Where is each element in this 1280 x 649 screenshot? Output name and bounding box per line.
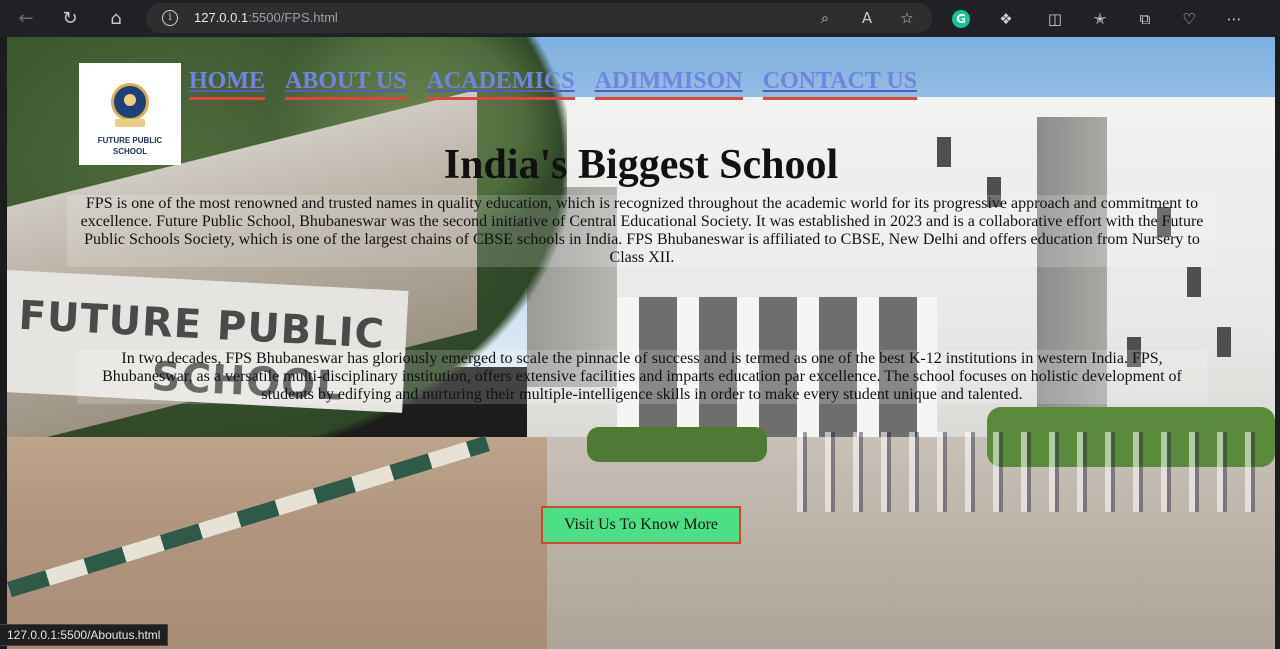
nav-admission[interactable]: ADIMMISON xyxy=(594,67,743,100)
reload-icon[interactable]: ↻ xyxy=(58,6,82,30)
url-path: :5500/FPS.html xyxy=(248,10,338,25)
crest-icon xyxy=(111,83,149,121)
back-icon[interactable]: ← xyxy=(14,6,38,30)
nav-academics[interactable]: ACADEMICS xyxy=(426,67,575,100)
nav-contact-us[interactable]: CONTACT US xyxy=(762,67,918,100)
site-info-icon[interactable]: i xyxy=(162,10,178,26)
browser-toolbar: ← ↻ ⌂ i 127.0.0.1:5500/FPS.html ⌕ A ☆ G … xyxy=(0,0,1280,37)
main-nav: HOME ABOUT US ACADEMICS ADIMMISON CONTAC… xyxy=(189,67,937,100)
split-screen-icon[interactable]: ◫ xyxy=(1045,9,1065,29)
collections-icon[interactable]: ⧉ xyxy=(1135,9,1155,29)
grammarly-icon[interactable]: G xyxy=(952,10,970,28)
hero-background-image: FUTURE PUBLIC SCHOOL xyxy=(7,37,1275,649)
extensions-icon[interactable]: ❖ xyxy=(996,9,1016,29)
intro-paragraph: FPS is one of the most renowned and trus… xyxy=(67,195,1217,267)
achievements-paragraph: In two decades, FPS Bhubaneswar has glor… xyxy=(77,350,1207,404)
nav-about-us[interactable]: ABOUT US xyxy=(285,67,407,100)
zoom-icon[interactable]: ⌕ xyxy=(816,9,834,27)
favorites-icon[interactable]: ✭ xyxy=(1090,9,1110,29)
browser-essentials-icon[interactable]: ♡ xyxy=(1179,9,1199,29)
signboard-line1: FUTURE PUBLIC xyxy=(17,292,386,358)
nav-home[interactable]: HOME xyxy=(189,67,265,100)
url-host: 127.0.0.1 xyxy=(194,10,249,25)
book-icon xyxy=(115,119,145,127)
read-aloud-icon[interactable]: A xyxy=(858,9,876,27)
visit-us-button[interactable]: Visit Us To Know More xyxy=(541,506,741,544)
address-url[interactable]: 127.0.0.1:5500/FPS.html xyxy=(194,10,338,25)
page-title: India's Biggest School xyxy=(443,142,839,188)
page-viewport: FUTURE PUBLIC SCHOOL FUTURE PUBLIC SCHOO… xyxy=(7,37,1275,649)
favorite-star-icon[interactable]: ☆ xyxy=(898,9,916,27)
more-menu-icon[interactable]: ⋯ xyxy=(1224,9,1244,29)
status-bar-url: 127.0.0.1:5500/Aboutus.html xyxy=(0,624,169,646)
home-icon[interactable]: ⌂ xyxy=(104,6,128,30)
address-bar[interactable]: i 127.0.0.1:5500/FPS.html ⌕ A ☆ xyxy=(146,3,932,33)
